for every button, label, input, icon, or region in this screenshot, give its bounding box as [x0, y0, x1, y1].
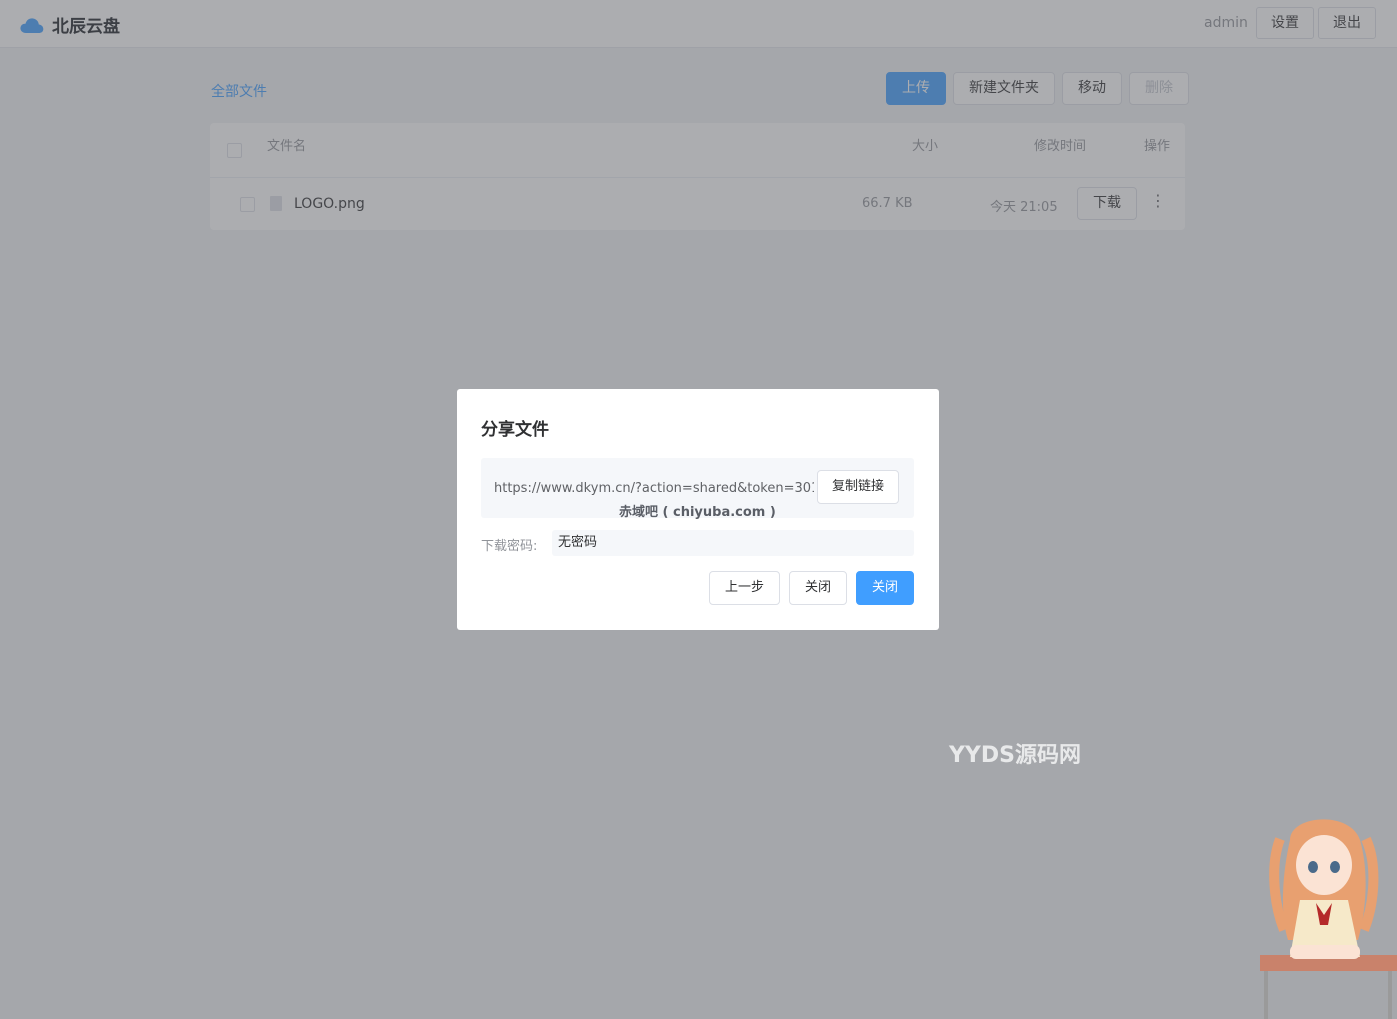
password-field[interactable]: 无密码: [552, 530, 914, 556]
watermark-text: 赤域吧 ( chiyuba.com ): [619, 505, 776, 520]
site-watermark: YYDS源码网: [949, 743, 1081, 768]
copy-link-button[interactable]: 复制链接: [817, 470, 900, 504]
password-label: 下载密码:: [481, 539, 538, 554]
dialog-title: 分享文件: [481, 420, 549, 440]
previous-step-button[interactable]: 上一步: [709, 571, 781, 605]
close-button[interactable]: 关闭: [789, 571, 848, 605]
share-dialog: 分享文件 https://www.dkym.cn/?action=shared&…: [457, 389, 939, 630]
share-link[interactable]: https://www.dkym.cn/?action=shared&token…: [494, 481, 814, 496]
mascot-illustration: [1250, 805, 1397, 1019]
share-link-box: https://www.dkym.cn/?action=shared&token…: [481, 458, 914, 520]
close-primary-button[interactable]: 关闭: [856, 571, 915, 605]
